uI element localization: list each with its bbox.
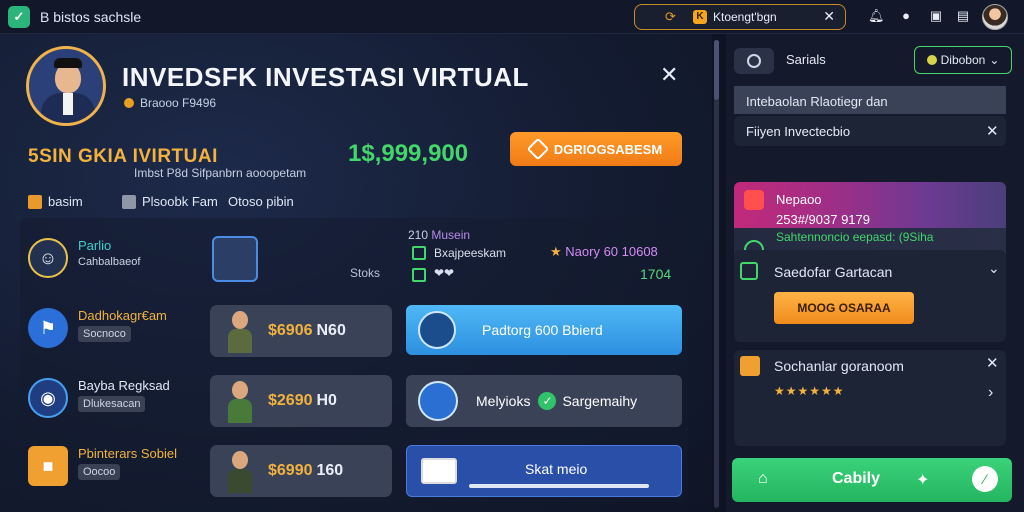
scrollbar[interactable] <box>714 40 719 508</box>
card-title: Sochanlar goranoom <box>774 358 904 374</box>
document-icon <box>122 194 136 209</box>
rating-stars: ★★★★★★ <box>774 384 845 398</box>
close-icon[interactable]: ✕ <box>986 122 999 140</box>
chevron-down-icon[interactable]: ⌄ <box>988 260 1000 277</box>
row-icons: ❤❤ <box>434 266 455 280</box>
avatar <box>418 381 458 421</box>
avatar <box>418 311 456 349</box>
price-card[interactable]: $6990 160 <box>210 445 392 497</box>
window-icon[interactable]: ▤ <box>955 8 971 24</box>
chip-plsoobk[interactable]: Plsoobk Fam <box>122 194 218 209</box>
row-value: 1704 <box>640 266 672 282</box>
balance-value: 1$,999,900 <box>348 140 469 167</box>
section-row: Fiiyen Invectecbio <box>734 116 1006 146</box>
card-title: Saedofar Gartacan <box>774 264 893 280</box>
app-logo-icon: ✓ <box>8 6 30 28</box>
verify-card[interactable]: Melyioks ✓ Sargemaihy <box>406 375 682 427</box>
section-header: Intebaolan Rlaotiegr dan <box>734 86 1006 114</box>
box-icon <box>28 194 42 209</box>
action-button[interactable]: MOOG OSARAA <box>774 292 914 324</box>
side-panel: Sarials Dibobon ⌄ Intebaolan Rlaotiegr d… <box>726 34 1024 512</box>
close-button[interactable]: ✕ <box>660 62 678 88</box>
chart-card[interactable]: Skat meio <box>406 445 682 497</box>
row-label: Bxajpeeskam <box>434 246 507 260</box>
chat-icon[interactable]: ● <box>898 8 914 24</box>
chart-icon <box>421 458 457 484</box>
search-bar[interactable]: ⟳ K Ktoengt'bgn ✕ <box>634 4 846 30</box>
check-icon: ✓ <box>538 392 557 410</box>
cube-icon <box>526 137 550 161</box>
price-card[interactable]: $2690 H0 <box>210 375 392 427</box>
character-icon <box>220 307 260 355</box>
avatar: ☺ <box>28 238 68 278</box>
close-icon[interactable]: ✕ <box>823 8 835 25</box>
app-title: B bistos sachsle <box>40 9 142 25</box>
treasure-icon: ■ <box>28 446 68 486</box>
character-icon <box>220 447 260 495</box>
dropdown-button[interactable]: Dibobon ⌄ <box>914 46 1012 74</box>
bottom-action-bar[interactable]: ⌂ Cabily ✦ ∕ <box>732 458 1012 502</box>
edit-icon[interactable]: ∕ <box>972 466 998 492</box>
hero-label: 5SIN GKIA IVIRTUAI <box>28 146 218 167</box>
toggle-icon[interactable] <box>734 48 774 74</box>
price-card[interactable]: $6906 N60 <box>210 305 392 357</box>
star-icon: ★ <box>550 244 562 259</box>
profile-avatar[interactable] <box>982 4 1008 30</box>
title-bar: ✓ B bistos sachsle ⟳ K Ktoengt'bgn ✕ 🔔︎ … <box>0 0 1024 34</box>
page-title: INVEDSFK INVESTASI VIRTUAL <box>122 62 529 92</box>
character-icon <box>220 377 260 425</box>
checkbox[interactable] <box>412 246 426 260</box>
chevron-right-icon[interactable]: › <box>988 384 993 402</box>
highlight-card[interactable]: Padtorg 600 Bbierd <box>406 305 682 355</box>
hot-label: ★ Naory 60 10608 <box>550 244 658 259</box>
side-panel-title: Sarials <box>786 52 826 67</box>
coin-icon <box>124 98 134 108</box>
globe-icon: ◉ <box>28 378 68 418</box>
chip-basim[interactable]: basim <box>28 194 83 209</box>
chevron-down-icon: ⌄ <box>989 53 1000 67</box>
primary-action-button[interactable]: DGRIOGSABESM <box>510 132 682 166</box>
row-header: 210 Musein <box>408 228 471 242</box>
shield-icon: ⚑ <box>28 308 68 348</box>
search-text: Ktoengt'bgn <box>713 10 777 24</box>
close-icon[interactable]: ✕ <box>986 354 999 372</box>
shield-icon <box>740 262 758 280</box>
primary-action-label: DGRIOGSABESM <box>553 141 663 157</box>
bell-icon[interactable]: 🔔︎ <box>868 8 885 24</box>
profile-avatar-large <box>26 46 106 126</box>
hero-subtitle: Imbst P8d Sifpanbrn aooopetam <box>134 166 307 180</box>
gift-icon[interactable]: ▣ <box>928 8 944 24</box>
item-thumbnail[interactable] <box>212 236 258 282</box>
puzzle-icon[interactable]: ✦ <box>916 470 929 490</box>
loading-icon: ⟳ <box>665 9 676 24</box>
checkbox[interactable] <box>412 268 426 282</box>
progress-bar <box>469 484 649 488</box>
status-icon <box>926 55 937 65</box>
search-badge: K <box>693 10 707 24</box>
stock-label: Stoks <box>350 266 381 280</box>
treasure-icon <box>740 356 760 376</box>
chip-otoso[interactable]: Otoso pibin <box>228 194 294 209</box>
profile-subtitle: Braooo F9496 <box>124 96 216 110</box>
alert-icon <box>744 190 764 210</box>
home-icon[interactable]: ⌂ <box>758 470 768 488</box>
